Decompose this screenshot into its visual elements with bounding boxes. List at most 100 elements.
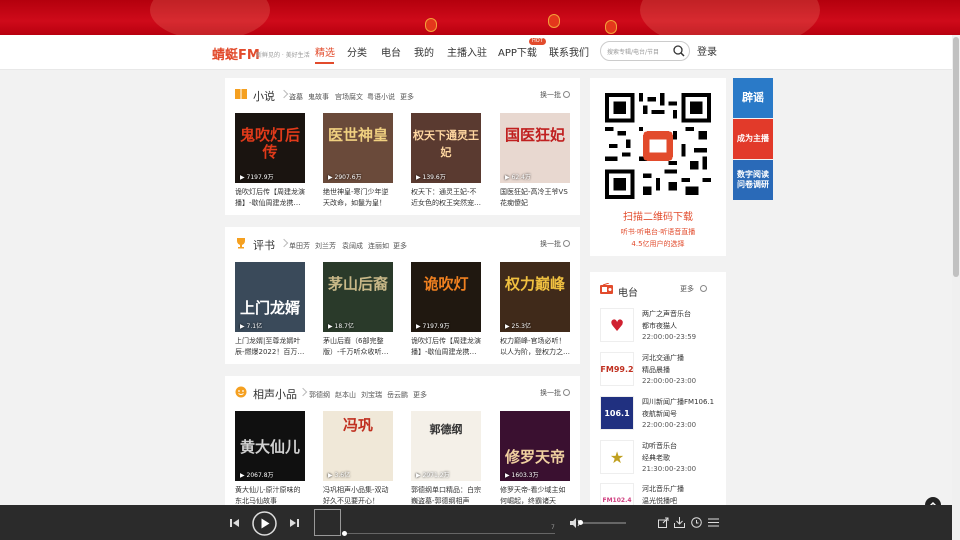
share-icon[interactable]	[658, 517, 669, 528]
album-cover[interactable]: 医世神皇 ▶ 2907.6万	[323, 113, 393, 183]
qr-code[interactable]	[605, 93, 711, 199]
play-count: ▶ 7.1亿	[240, 323, 263, 330]
radio-title: 电台	[618, 288, 638, 299]
category-link[interactable]: 粤语小说	[367, 92, 395, 102]
chevron-right-icon	[279, 238, 289, 248]
category-link[interactable]: 赵本山	[335, 390, 356, 400]
nav-item-category[interactable]: 分类	[347, 44, 367, 59]
radio-station-item[interactable]: 106.1 四川新闻广播FM106.1 夜航新闻号 22:00:00-23:00	[600, 396, 720, 432]
more-link[interactable]: 更多	[393, 241, 407, 251]
category-link[interactable]: 刘兰芳	[315, 241, 336, 251]
refresh-icon	[563, 389, 570, 396]
nav-item-app-download[interactable]: APP下载	[498, 44, 537, 59]
album-cover[interactable]: 国医狂妃 ▶ 62.4万	[500, 113, 570, 183]
smile-face-icon	[235, 386, 247, 398]
album-cover[interactable]: 权力巅峰 ▶ 25.3亿	[500, 262, 570, 332]
station-logo[interactable]: ★	[600, 440, 634, 474]
album-cover[interactable]: 上门龙婿 ▶ 7.1亿	[235, 262, 305, 332]
search-box[interactable]: 搜索专辑/电台/节目	[600, 41, 690, 61]
album-title[interactable]: 郭德纲单口精品：白宗巍盗墓-郭德纲相声	[411, 485, 483, 507]
radio-station-item[interactable]: ♥ 两广之声音乐台 都市夜猫人 22:00:00-23:59	[600, 308, 720, 344]
refresh-button[interactable]: 换一批	[540, 388, 570, 398]
album-title[interactable]: 诡吹灯后传【周建龙演播】-歇仙周建龙携…	[411, 336, 483, 358]
timer-icon[interactable]	[691, 517, 702, 528]
search-input[interactable]: 搜索专辑/电台/节目	[607, 47, 659, 56]
album-title[interactable]: 上门龙婿|至尊龙婿叶辰-燃爆2022！百万…	[235, 336, 307, 358]
previous-icon[interactable]	[230, 518, 240, 528]
album-cover[interactable]: 鬼吹灯后传 ▶ 7197.9万	[235, 113, 305, 183]
progress-track[interactable]	[345, 533, 555, 534]
download-icon[interactable]	[674, 517, 685, 528]
nav-item-featured[interactable]: 精选	[315, 44, 335, 59]
station-name[interactable]: 河北交通广播	[642, 353, 684, 363]
album-title[interactable]: 冯巩相声小品集-双动好久不见要开心！	[323, 485, 395, 507]
station-logo[interactable]: FM102.4	[600, 483, 634, 507]
more-link[interactable]: 更多	[413, 390, 427, 400]
side-ad-become-host[interactable]: 成为主播	[733, 119, 773, 159]
volume-handle[interactable]	[578, 520, 583, 525]
radio-more-link[interactable]: 更多	[680, 284, 708, 294]
nav-item-radio[interactable]: 电台	[381, 44, 401, 59]
album-cover[interactable]: 修罗天帝 ▶ 1603.3万	[500, 411, 570, 481]
track-cover-thumbnail[interactable]	[314, 509, 341, 536]
app-download-card: 扫描二维码下载 听书·听电台·听语音直播 4.5亿用户的选择	[590, 78, 726, 256]
radio-station-item[interactable]: ★ 动听音乐台 经典老歌 21:30:00-23:00	[600, 440, 720, 476]
album-cover[interactable]: 黄大仙儿 ▶ 2067.8万	[235, 411, 305, 481]
album-title[interactable]: 权天下：通灵王妃-不近女色的权王突然宠…	[411, 187, 483, 209]
category-link[interactable]: 宫场腐文	[335, 92, 363, 102]
station-logo[interactable]: FM99.2	[600, 352, 634, 386]
play-count: ▶ 2907.6万	[328, 174, 362, 181]
category-link[interactable]: 刘宝瑞	[361, 390, 382, 400]
cover-title: 权力巅峰	[504, 275, 565, 293]
playlist-icon[interactable]	[708, 517, 719, 528]
progress-handle[interactable]	[342, 531, 347, 536]
station-name[interactable]: 两广之声音乐台	[642, 309, 691, 319]
category-link[interactable]: 袁阔成	[342, 241, 363, 251]
album-cover[interactable]: 诡吹灯 ▶ 7197.9万	[411, 262, 481, 332]
album-title[interactable]: 绝世神皇-寒门少年逆天改命，如鬣为皇！	[323, 187, 395, 209]
station-program: 夜航新闻号	[642, 410, 677, 418]
refresh-label: 换一批	[540, 389, 561, 397]
radio-station-item[interactable]: FM99.2 河北交通广播 精品晨播 22:00:00-23:00	[600, 352, 720, 388]
cover-title: 冯巩	[342, 416, 373, 434]
top-banner[interactable]	[0, 0, 960, 35]
album-title[interactable]: 修罗天帝-看少域主如何崛起，终霸诸天	[500, 485, 572, 507]
album-title[interactable]: 国医狂妃-高冷王爷VS花痴傻妃	[500, 187, 572, 209]
category-link[interactable]: 连丽如	[368, 241, 389, 251]
site-logo[interactable]: 蜻蜓FM	[212, 44, 260, 63]
scrollbar-thumb[interactable]	[953, 37, 959, 277]
album-title[interactable]: 茅山后裔（6部完整版）-千万听众收听…	[323, 336, 395, 358]
album-title[interactable]: 黄大仙儿-原汁原味的东北马仙故事	[235, 485, 307, 507]
side-ad-rumor[interactable]: 辟谣	[733, 78, 773, 118]
nav-item-contact[interactable]: 联系我们	[549, 44, 589, 59]
album-title[interactable]: 权力巅峰-官场必听！以人为阶，登权力之…	[500, 336, 572, 358]
station-name[interactable]: 河北音乐广播	[642, 484, 684, 494]
station-name[interactable]: 动听音乐台	[642, 441, 677, 451]
play-button[interactable]	[252, 511, 277, 536]
category-link[interactable]: 单田芳	[289, 241, 310, 251]
next-icon[interactable]	[289, 518, 299, 528]
side-ad-survey[interactable]: 数字阅读 问卷调研	[733, 160, 773, 200]
more-link[interactable]: 更多	[400, 92, 414, 102]
login-link[interactable]: 登录	[697, 43, 717, 58]
category-link[interactable]: 鬼故事	[308, 92, 329, 102]
station-name[interactable]: 四川新闻广播FM106.1	[642, 397, 714, 407]
album-cover[interactable]: 冯巩 ▶ 3.6亿	[323, 411, 393, 481]
album-cover[interactable]: 茅山后裔 ▶ 18.7亿	[323, 262, 393, 332]
album-cover[interactable]: 权天下通灵王妃 ▶ 139.6万	[411, 113, 481, 183]
nav-item-mine[interactable]: 我的	[414, 44, 434, 59]
refresh-button[interactable]: 换一批	[540, 90, 570, 100]
album-title[interactable]: 诡吹灯后传【周建龙演播】-歇仙周建龙携…	[235, 187, 307, 209]
category-link[interactable]: 郭德纲	[309, 390, 330, 400]
radio-station-item[interactable]: FM102.4 河北音乐广播 温光悦播吧	[600, 483, 720, 507]
section-title: 评书	[253, 239, 275, 252]
station-logo[interactable]: 106.1	[600, 396, 634, 430]
nav-item-host-join[interactable]: 主播入驻	[447, 44, 487, 59]
category-link[interactable]: 盗墓	[289, 92, 303, 102]
refresh-button[interactable]: 换一批	[540, 239, 570, 249]
volume-slider[interactable]	[582, 522, 626, 524]
category-link[interactable]: 岳云鹏	[387, 390, 408, 400]
album-cover[interactable]: 郭德纲 ▶ 2971.2万	[411, 411, 481, 481]
search-icon[interactable]	[673, 45, 685, 57]
station-logo[interactable]: ♥	[600, 308, 634, 342]
